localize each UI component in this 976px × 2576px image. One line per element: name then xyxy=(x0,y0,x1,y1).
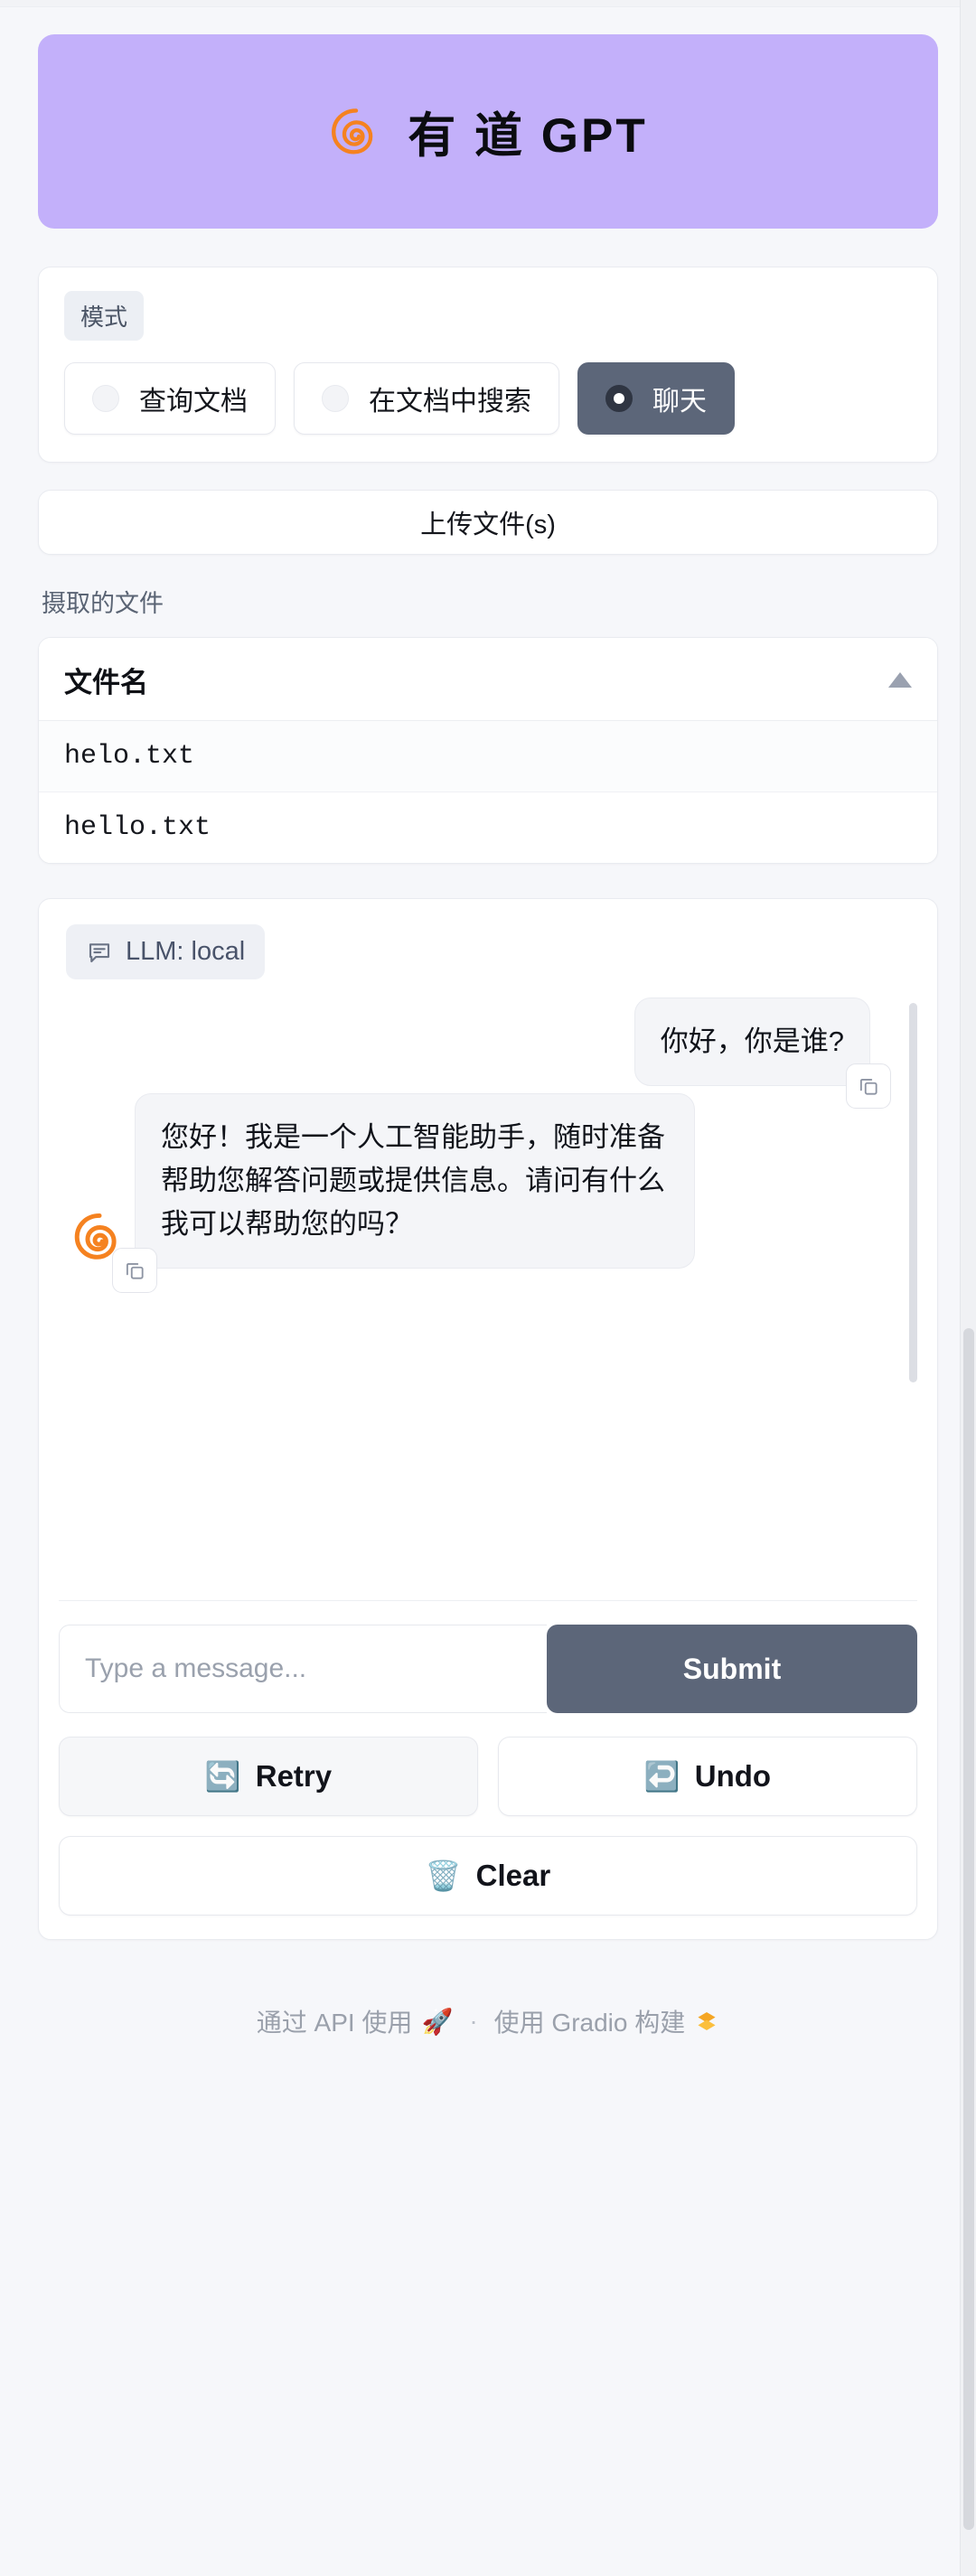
message-bubble: 您好！我是一个人工智能助手，随时准备帮助您解答问题或提供信息。请问有什么我可以帮… xyxy=(112,1093,695,1294)
spiral-logo-icon xyxy=(332,108,373,154)
rocket-icon: 🚀 xyxy=(421,2007,454,2036)
copy-icon xyxy=(126,1263,144,1279)
chat-message-assistant: 您好！我是一个人工智能助手，随时准备帮助您解答问题或提供信息。请问有什么我可以帮… xyxy=(59,1093,905,1294)
table-row[interactable]: helo.txt xyxy=(39,721,937,792)
message-input-wrapper[interactable] xyxy=(59,1625,547,1713)
upload-files-button[interactable]: 上传文件(s) xyxy=(38,490,938,555)
files-column-header: 文件名 xyxy=(64,667,148,698)
mode-group-label: 模式 xyxy=(64,291,145,341)
chat-bubble-icon xyxy=(89,942,110,962)
radio-dot-icon xyxy=(322,385,349,412)
chat-panel: LLM: local 你好，你是谁? 您好！我是一个人工智能助手，随时准备帮助您… xyxy=(38,898,938,1940)
chat-message-user: 你好，你是谁? xyxy=(59,998,905,1110)
trash-icon: 🗑️ xyxy=(425,1859,462,1892)
clear-button-label: Clear xyxy=(475,1859,551,1892)
message-input[interactable] xyxy=(85,1653,547,1684)
ingested-files-table: 文件名 helo.txt hello.txt xyxy=(38,637,938,864)
copy-message-button[interactable] xyxy=(112,1248,157,1294)
copy-icon xyxy=(859,1079,877,1095)
message-bubble: 你好，你是谁? xyxy=(633,998,891,1110)
app-header-banner: 有 道 GPT xyxy=(38,34,938,229)
page-scrollbar-thumb[interactable] xyxy=(963,1328,974,2530)
assistant-message-wrap: 您好！我是一个人工智能助手，随时准备帮助您解答问题或提供信息。请问有什么我可以帮… xyxy=(59,1093,695,1294)
api-link[interactable]: 通过 API 使用 🚀 xyxy=(257,2003,454,2039)
gradio-link[interactable]: 使用 Gradio 构建 xyxy=(494,2003,720,2039)
footer-separator: · xyxy=(469,2007,478,2035)
clear-button[interactable]: 🗑️ Clear xyxy=(59,1836,917,1916)
page-content: 有 道 GPT 模式 查询文档 在文档中搜索 聊天 上传文件(s) 摄取的文件 … xyxy=(0,7,976,2066)
retry-button[interactable]: 🔄 Retry xyxy=(59,1737,478,1816)
chat-message-list: 你好，你是谁? 您好！我是一个人工智能助手，随时准备帮助您解答问题或提供信息。请… xyxy=(59,998,917,1601)
message-text: 您好！我是一个人工智能助手，随时准备帮助您解答问题或提供信息。请问有什么我可以帮… xyxy=(161,1121,665,1241)
mode-option-query-document[interactable]: 查询文档 xyxy=(64,362,276,435)
retry-icon: 🔄 xyxy=(204,1760,241,1793)
mode-option-search-in-document[interactable]: 在文档中搜索 xyxy=(294,362,559,435)
message-text: 你好，你是谁? xyxy=(660,1026,844,1057)
sort-ascending-triangle-icon[interactable] xyxy=(888,672,912,688)
ingested-files-caption: 摄取的文件 xyxy=(42,590,164,617)
retry-button-label: Retry xyxy=(255,1759,333,1793)
llm-badge-label: LLM: local xyxy=(126,937,246,966)
copy-message-button[interactable] xyxy=(846,1063,891,1110)
llm-status-badge: LLM: local xyxy=(66,924,266,979)
footer: 通过 API 使用 🚀 · 使用 Gradio 构建 xyxy=(38,1963,938,2066)
table-row[interactable]: hello.txt xyxy=(39,792,937,863)
page-scrollbar[interactable] xyxy=(960,0,976,2576)
radio-dot-icon xyxy=(92,385,119,412)
mode-option-label: 聊天 xyxy=(652,387,707,417)
gradio-logo-icon xyxy=(698,2011,716,2031)
undo-icon: ↩️ xyxy=(643,1760,680,1793)
top-strip xyxy=(0,0,976,7)
mode-option-label: 查询文档 xyxy=(139,387,248,417)
mode-option-chat[interactable]: 聊天 xyxy=(577,362,735,435)
undo-button-label: Undo xyxy=(694,1759,772,1793)
mode-radio-group: 查询文档 在文档中搜索 聊天 xyxy=(64,362,912,435)
chat-scrollbar[interactable] xyxy=(909,1003,917,1382)
mode-selector-card: 模式 查询文档 在文档中搜索 聊天 xyxy=(38,267,938,463)
submit-button[interactable]: Submit xyxy=(547,1625,917,1713)
chat-clear-row: 🗑️ Clear xyxy=(59,1836,917,1916)
radio-dot-selected-icon xyxy=(605,385,633,412)
chat-input-row: Submit xyxy=(59,1625,917,1713)
api-link-label: 通过 API 使用 xyxy=(256,2009,413,2037)
mode-option-label: 在文档中搜索 xyxy=(369,387,531,417)
files-table-header[interactable]: 文件名 xyxy=(39,638,937,721)
gradio-link-label: 使用 Gradio 构建 xyxy=(493,2009,686,2037)
app-root: 有 道 GPT 模式 查询文档 在文档中搜索 聊天 上传文件(s) 摄取的文件 … xyxy=(0,0,976,2576)
chat-action-row: 🔄 Retry ↩️ Undo xyxy=(59,1737,917,1816)
app-title: 有 道 GPT xyxy=(408,108,648,163)
undo-button[interactable]: ↩️ Undo xyxy=(498,1737,917,1816)
